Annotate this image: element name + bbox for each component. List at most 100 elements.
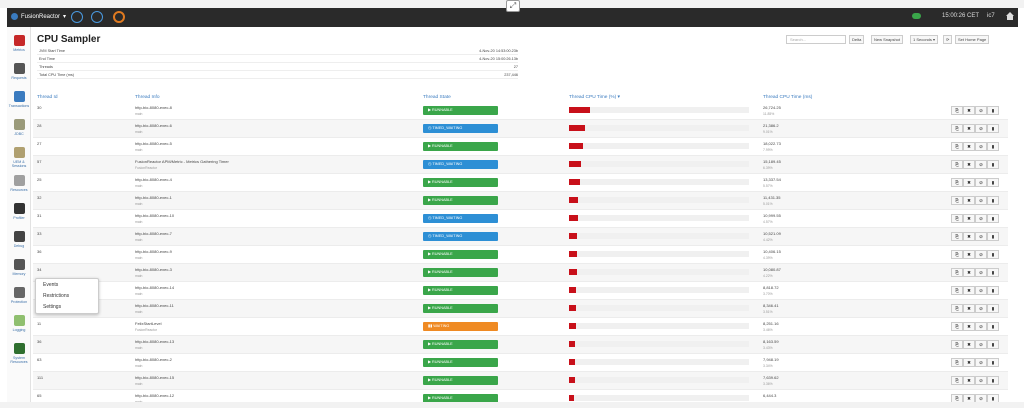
sidebar-item-memory[interactable]: Memory (7, 259, 31, 276)
table-row[interactable]: 111 http-bio-8080-exec-15 main ▶ RUNNABLE 7,… (33, 372, 1008, 390)
settings-gear-icon[interactable] (113, 11, 125, 23)
popup-item-events[interactable]: Events (43, 282, 58, 288)
app-switcher[interactable]: FusionReactor ▾ (11, 13, 66, 20)
suspend-thread-button[interactable]: ⊘ (975, 358, 987, 367)
sidebar-item-jdbc[interactable]: JDBC (7, 119, 31, 136)
profile-thread-button[interactable]: ▮ (987, 358, 999, 367)
sidebar-item-logging[interactable]: Logging (7, 315, 31, 332)
suspend-thread-button[interactable]: ⊘ (975, 196, 987, 205)
user-menu[interactable]: ic7 (987, 13, 995, 19)
kill-thread-button[interactable]: ✖ (963, 124, 975, 133)
kill-thread-button[interactable]: ✖ (963, 322, 975, 331)
stack-trace-button[interactable]: ⎘ (951, 106, 963, 115)
table-row[interactable]: 33 http-bio-8080-exec-7 main ◷ TIMED_WAITIN… (33, 228, 1008, 246)
cloud-status-icon[interactable] (912, 13, 921, 19)
stack-trace-button[interactable]: ⎘ (951, 214, 963, 223)
profile-thread-button[interactable]: ▮ (987, 232, 999, 241)
stack-trace-button[interactable]: ⎘ (951, 268, 963, 277)
kill-thread-button[interactable]: ✖ (963, 196, 975, 205)
stack-trace-button[interactable]: ⎘ (951, 304, 963, 313)
table-row[interactable]: 36 http-bio-8080-exec-9 main ▶ RUNNABLE 10,4… (33, 246, 1008, 264)
popup-item-restrictions[interactable]: Restrictions (43, 293, 69, 299)
suspend-thread-button[interactable]: ⊘ (975, 286, 987, 295)
delta-button[interactable]: Delta (849, 35, 865, 44)
stack-trace-button[interactable]: ⎘ (951, 196, 963, 205)
stack-trace-button[interactable]: ⎘ (951, 160, 963, 169)
profile-thread-button[interactable]: ▮ (987, 268, 999, 277)
new-snapshot-button[interactable]: New Snapshot (871, 35, 904, 44)
resize-icon[interactable]: ⤢ (506, 0, 520, 12)
profile-thread-button[interactable]: ▮ (987, 304, 999, 313)
kill-thread-button[interactable]: ✖ (963, 250, 975, 259)
suspend-thread-button[interactable]: ⊘ (975, 124, 987, 133)
stack-trace-button[interactable]: ⎘ (951, 178, 963, 187)
table-row[interactable]: 25 http-bio-8080-exec-4 main ▶ RUNNABLE 13,3… (33, 174, 1008, 192)
table-row[interactable]: 34 http-bio-8080-exec-3 main ▶ RUNNABLE 10,0… (33, 264, 1008, 282)
kill-thread-button[interactable]: ✖ (963, 106, 975, 115)
kill-thread-button[interactable]: ✖ (963, 286, 975, 295)
table-row[interactable]: 36 http-bio-8080-exec-13 main ▶ RUNNABLE 8,1… (33, 336, 1008, 354)
kill-thread-button[interactable]: ✖ (963, 160, 975, 169)
profile-thread-button[interactable]: ▮ (987, 106, 999, 115)
suspend-thread-button[interactable]: ⊘ (975, 232, 987, 241)
sidebar-item-requests[interactable]: Requests (7, 63, 31, 80)
suspend-thread-button[interactable]: ⊘ (975, 106, 987, 115)
header-thread-cpu-ms[interactable]: Thread CPU Time (ms) (763, 95, 812, 100)
stack-trace-button[interactable]: ⎘ (951, 358, 963, 367)
kill-thread-button[interactable]: ✖ (963, 340, 975, 349)
profile-thread-button[interactable]: ▮ (987, 196, 999, 205)
profile-thread-button[interactable]: ▮ (987, 322, 999, 331)
stack-trace-button[interactable]: ⎘ (951, 250, 963, 259)
refresh-button[interactable]: ⟳ (943, 35, 953, 44)
header-thread-id[interactable]: Thread Id (37, 95, 58, 100)
stack-trace-button[interactable]: ⎘ (951, 232, 963, 241)
popup-item-settings[interactable]: Settings (43, 304, 61, 310)
profile-thread-button[interactable]: ▮ (987, 376, 999, 385)
suspend-thread-button[interactable]: ⊘ (975, 340, 987, 349)
kill-thread-button[interactable]: ✖ (963, 376, 975, 385)
kill-thread-button[interactable]: ✖ (963, 214, 975, 223)
kill-thread-button[interactable]: ✖ (963, 304, 975, 313)
table-row[interactable]: 32 http-bio-8080-exec-1 main ▶ RUNNABLE 11,4… (33, 192, 1008, 210)
table-row[interactable]: 57 FusionReactor APM/Metric - Metrics Gat… (33, 156, 1008, 174)
profile-thread-button[interactable]: ▮ (987, 250, 999, 259)
header-thread-cpu-pct[interactable]: Thread CPU Time (%) ▾ (569, 95, 620, 100)
suspend-thread-button[interactable]: ⊘ (975, 214, 987, 223)
profile-thread-button[interactable]: ▮ (987, 340, 999, 349)
suspend-thread-button[interactable]: ⊘ (975, 376, 987, 385)
profile-thread-button[interactable]: ▮ (987, 214, 999, 223)
interval-dropdown[interactable]: 1 Seconds ▾ (910, 35, 939, 44)
suspend-thread-button[interactable]: ⊘ (975, 322, 987, 331)
profile-thread-button[interactable]: ▮ (987, 124, 999, 133)
table-row[interactable]: 11 FelixStartLevel FusionReactor ▮▮ WAITING… (33, 318, 1008, 336)
table-row[interactable]: 63 http-bio-8080-exec-2 main ▶ RUNNABLE 7,94… (33, 354, 1008, 372)
profile-thread-button[interactable]: ▮ (987, 286, 999, 295)
suspend-thread-button[interactable]: ⊘ (975, 304, 987, 313)
table-row[interactable]: 33http-bio-8080-exec-11main▶ RUNNABLE8,3… (33, 300, 1008, 318)
stack-trace-button[interactable]: ⎘ (951, 340, 963, 349)
header-thread-info[interactable]: Thread Info (135, 95, 160, 100)
instance-menu-icon[interactable] (71, 11, 83, 23)
search-input[interactable]: Search... (786, 35, 846, 44)
sidebar-item-profiler[interactable]: Profiler (7, 203, 31, 220)
table-row[interactable]: 28 http-bio-8080-exec-6 main ◷ TIMED_WAITIN… (33, 120, 1008, 138)
table-row[interactable]: 30 http-bio-8080-exec-8 main ▶ RUNNABLE 26,7… (33, 102, 1008, 120)
suspend-thread-button[interactable]: ⊘ (975, 268, 987, 277)
suspend-thread-button[interactable]: ⊘ (975, 160, 987, 169)
home-icon[interactable] (1005, 11, 1015, 21)
table-row[interactable]: 31 http-bio-8080-exec-10 main ◷ TIMED_WAITI… (33, 210, 1008, 228)
suspend-thread-button[interactable]: ⊘ (975, 142, 987, 151)
table-row[interactable]: 39http-bio-8080-exec-14main▶ RUNNABLE8,8… (33, 282, 1008, 300)
sidebar-item-transactions[interactable]: Transactions (7, 91, 31, 108)
stack-trace-button[interactable]: ⎘ (951, 142, 963, 151)
sidebar-item-resources[interactable]: Resources (7, 175, 31, 192)
stack-trace-button[interactable]: ⎘ (951, 124, 963, 133)
sidebar-item-metrics[interactable]: Metrics (7, 35, 31, 52)
profile-thread-button[interactable]: ▮ (987, 178, 999, 187)
header-thread-state[interactable]: Thread State (423, 95, 451, 100)
stack-trace-button[interactable]: ⎘ (951, 376, 963, 385)
kill-thread-button[interactable]: ✖ (963, 178, 975, 187)
stack-trace-button[interactable]: ⎘ (951, 286, 963, 295)
kill-thread-button[interactable]: ✖ (963, 142, 975, 151)
kill-thread-button[interactable]: ✖ (963, 232, 975, 241)
